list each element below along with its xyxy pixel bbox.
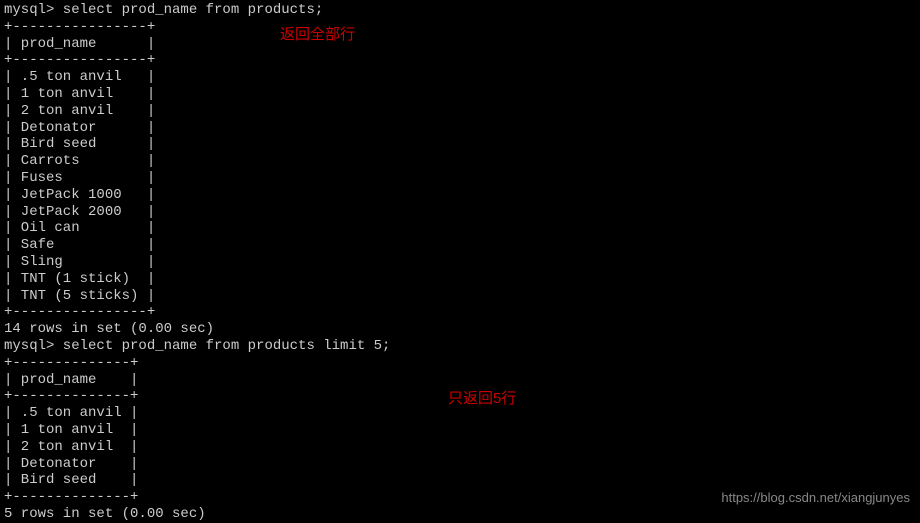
table-row: | Detonator | [4,120,916,137]
table-row: | .5 ton anvil | [4,69,916,86]
annotation-all-rows: 返回全部行 [280,26,355,44]
table-row: | 2 ton anvil | [4,439,916,456]
table-border: +----------------+ [4,304,916,321]
result-summary: 5 rows in set (0.00 sec) [4,506,916,523]
table-row: | TNT (1 stick) | [4,271,916,288]
table-row: | 1 ton anvil | [4,86,916,103]
table-row: | Oil can | [4,220,916,237]
table-border: +----------------+ [4,52,916,69]
table-row: | Safe | [4,237,916,254]
table-border: +--------------+ [4,355,916,372]
table-border: +----------------+ [4,19,916,36]
mysql-prompt-1[interactable]: mysql> select prod_name from products; [4,2,916,19]
table-row: | Bird seed | [4,136,916,153]
annotation-five-rows: 只返回5行 [448,390,516,408]
table-row: | TNT (5 sticks) | [4,288,916,305]
table-row: | 1 ton anvil | [4,422,916,439]
table-row: | Detonator | [4,456,916,473]
mysql-prompt-2[interactable]: mysql> select prod_name from products li… [4,338,916,355]
table-row: | JetPack 2000 | [4,204,916,221]
table-row: | 2 ton anvil | [4,103,916,120]
table-header: | prod_name | [4,372,916,389]
table-header: | prod_name | [4,36,916,53]
result-summary: 14 rows in set (0.00 sec) [4,321,916,338]
table-row: | Bird seed | [4,472,916,489]
table-row: | Fuses | [4,170,916,187]
table-row: | JetPack 1000 | [4,187,916,204]
watermark: https://blog.csdn.net/xiangjunyes [721,490,910,506]
table-row: | Sling | [4,254,916,271]
table-row: | Carrots | [4,153,916,170]
